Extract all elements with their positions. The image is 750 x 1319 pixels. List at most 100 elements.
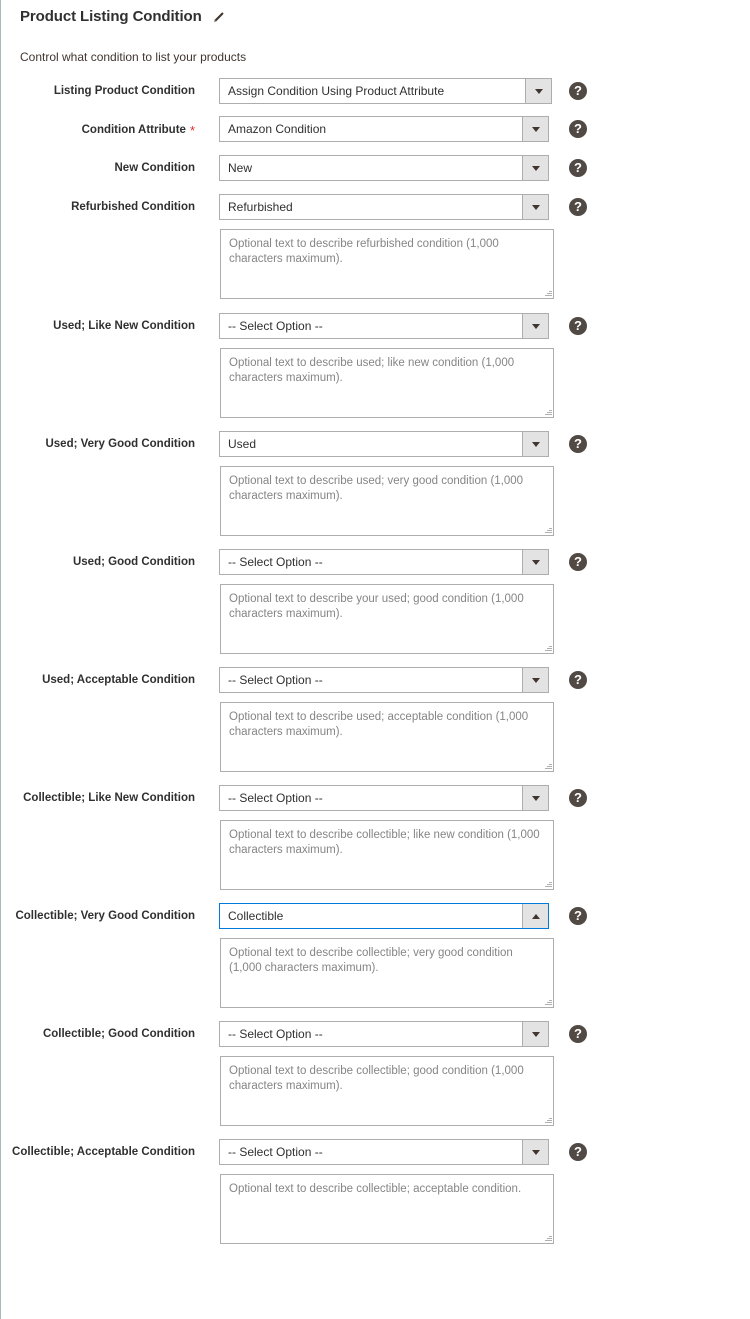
field-label-text: Used; Like New Condition: [53, 320, 195, 332]
condition-note-textarea[interactable]: Optional text to describe collectible; v…: [220, 938, 554, 1008]
field-label-text: Used; Very Good Condition: [45, 438, 195, 450]
section-header: Product Listing Condition: [20, 8, 225, 25]
condition-select[interactable]: -- Select Option --: [219, 1021, 549, 1047]
condition-note-textarea[interactable]: Optional text to describe used; very goo…: [220, 466, 554, 536]
field-control-group: -- Select Option -- Optional text to desc…: [195, 1021, 750, 1126]
condition-select-value: -- Select Option --: [228, 1145, 323, 1159]
condition-select-value: Amazon Condition: [228, 122, 327, 136]
condition-select-value: -- Select Option --: [228, 319, 323, 333]
field-label-text: Refurbished Condition: [71, 201, 195, 213]
field-label: Used; Good Condition: [1, 549, 195, 569]
form-row: Collectible; Acceptable Condition -- Sele…: [1, 1139, 750, 1244]
condition-select[interactable]: -- Select Option --: [219, 667, 549, 693]
field-label: Collectible; Very Good Condition: [1, 903, 195, 923]
field-control-group: Collectible Optional text to describe col…: [195, 903, 750, 1008]
condition-note-textarea[interactable]: Optional text to describe used; like new…: [220, 348, 554, 418]
caret-glyph: [531, 559, 540, 565]
condition-select[interactable]: Assign Condition Using Product Attribute: [219, 78, 552, 104]
chevron-down-icon[interactable]: [522, 550, 548, 574]
chevron-down-icon[interactable]: [522, 314, 548, 338]
resize-handle-icon[interactable]: [544, 762, 552, 770]
field-control-group: -- Select Option -- Optional text to desc…: [195, 1139, 750, 1244]
form-row: New Condition New?: [1, 155, 750, 181]
help-icon[interactable]: ?: [569, 159, 587, 177]
condition-select[interactable]: Used: [219, 431, 549, 457]
condition-select-value: Refurbished: [228, 200, 293, 214]
resize-handle-icon[interactable]: [544, 1234, 552, 1242]
condition-note-placeholder: Optional text to describe used; very goo…: [229, 475, 524, 502]
condition-select-value: -- Select Option --: [228, 791, 323, 805]
help-icon[interactable]: ?: [569, 435, 587, 453]
condition-select[interactable]: Collectible: [219, 903, 549, 929]
condition-note-placeholder: Optional text to describe collectible; l…: [229, 829, 540, 856]
condition-select-value: -- Select Option --: [228, 1027, 323, 1041]
help-icon[interactable]: ?: [569, 198, 587, 216]
resize-handle-icon[interactable]: [544, 289, 552, 297]
condition-note-textarea[interactable]: Optional text to describe your used; goo…: [220, 584, 554, 654]
chevron-down-icon[interactable]: [522, 117, 548, 141]
form-row: Collectible; Very Good Condition Collecti…: [1, 903, 750, 1008]
condition-note-placeholder: Optional text to describe collectible; a…: [229, 1183, 522, 1195]
condition-select[interactable]: -- Select Option --: [219, 1139, 549, 1165]
field-control-group: New: [195, 155, 750, 181]
chevron-down-icon[interactable]: [522, 1022, 548, 1046]
resize-handle-icon[interactable]: [544, 644, 552, 652]
resize-handle-icon[interactable]: [544, 998, 552, 1006]
condition-note-textarea[interactable]: Optional text to describe collectible; a…: [220, 1174, 554, 1244]
resize-handle-icon[interactable]: [544, 526, 552, 534]
help-icon[interactable]: ?: [569, 317, 587, 335]
field-label: Collectible; Acceptable Condition: [1, 1139, 195, 1159]
caret-glyph: [531, 677, 540, 683]
field-label: Used; Very Good Condition: [1, 431, 195, 451]
condition-note-textarea[interactable]: Optional text to describe refurbished co…: [220, 229, 554, 299]
help-icon[interactable]: ?: [569, 82, 587, 100]
field-control-group: Used Optional text to describe used; very…: [195, 431, 750, 536]
condition-note-wrapper: Optional text to describe collectible; g…: [220, 1056, 750, 1126]
help-icon[interactable]: ?: [569, 1143, 587, 1161]
condition-note-wrapper: Optional text to describe used; acceptab…: [220, 702, 750, 772]
condition-select[interactable]: Refurbished: [219, 194, 549, 220]
help-icon[interactable]: ?: [569, 907, 587, 925]
field-label-text: Collectible; Good Condition: [42, 1028, 195, 1040]
condition-select-value: -- Select Option --: [228, 673, 323, 687]
condition-note-textarea[interactable]: Optional text to describe collectible; l…: [220, 820, 554, 890]
resize-handle-icon[interactable]: [544, 1116, 552, 1124]
help-icon[interactable]: ?: [569, 671, 587, 689]
help-icon[interactable]: ?: [569, 553, 587, 571]
required-asterisk: *: [189, 123, 195, 138]
condition-select[interactable]: New: [219, 155, 549, 181]
field-label: Condition Attribute *: [1, 116, 195, 138]
condition-form: Listing Product Condition Assign Conditio…: [1, 78, 750, 1257]
field-control-group: -- Select Option -- Optional text to desc…: [195, 667, 750, 772]
resize-handle-icon[interactable]: [544, 408, 552, 416]
condition-note-textarea[interactable]: Optional text to describe used; acceptab…: [220, 702, 554, 772]
chevron-down-icon[interactable]: [522, 195, 548, 219]
field-label: New Condition: [1, 155, 196, 175]
resize-handle-icon[interactable]: [544, 880, 552, 888]
condition-select[interactable]: -- Select Option --: [219, 313, 549, 339]
condition-note-textarea[interactable]: Optional text to describe collectible; g…: [220, 1056, 554, 1126]
condition-select[interactable]: Amazon Condition: [219, 116, 549, 142]
condition-select[interactable]: -- Select Option --: [219, 549, 549, 575]
chevron-down-icon[interactable]: [525, 79, 551, 103]
chevron-down-icon[interactable]: [522, 1140, 548, 1164]
form-row: Used; Very Good Condition Used Optional te…: [1, 431, 750, 536]
field-label: Refurbished Condition: [1, 194, 195, 214]
condition-select-value: Used: [228, 437, 257, 451]
help-icon[interactable]: ?: [569, 1025, 587, 1043]
field-label: Collectible; Like New Condition: [1, 785, 195, 805]
page-title: Product Listing Condition: [20, 8, 202, 25]
product-listing-condition-panel: Product Listing Condition Control what c…: [0, 0, 750, 1319]
condition-select-value: New: [228, 161, 253, 175]
caret-glyph: [531, 165, 540, 171]
chevron-down-icon[interactable]: [522, 668, 548, 692]
chevron-down-icon[interactable]: [522, 432, 548, 456]
help-icon[interactable]: ?: [569, 120, 587, 138]
help-icon[interactable]: ?: [569, 789, 587, 807]
condition-select[interactable]: -- Select Option --: [219, 785, 549, 811]
pencil-icon[interactable]: [212, 11, 225, 24]
field-label: Used; Like New Condition: [1, 313, 195, 333]
chevron-down-icon[interactable]: [522, 156, 548, 180]
chevron-up-icon[interactable]: [522, 904, 548, 928]
chevron-down-icon[interactable]: [522, 786, 548, 810]
